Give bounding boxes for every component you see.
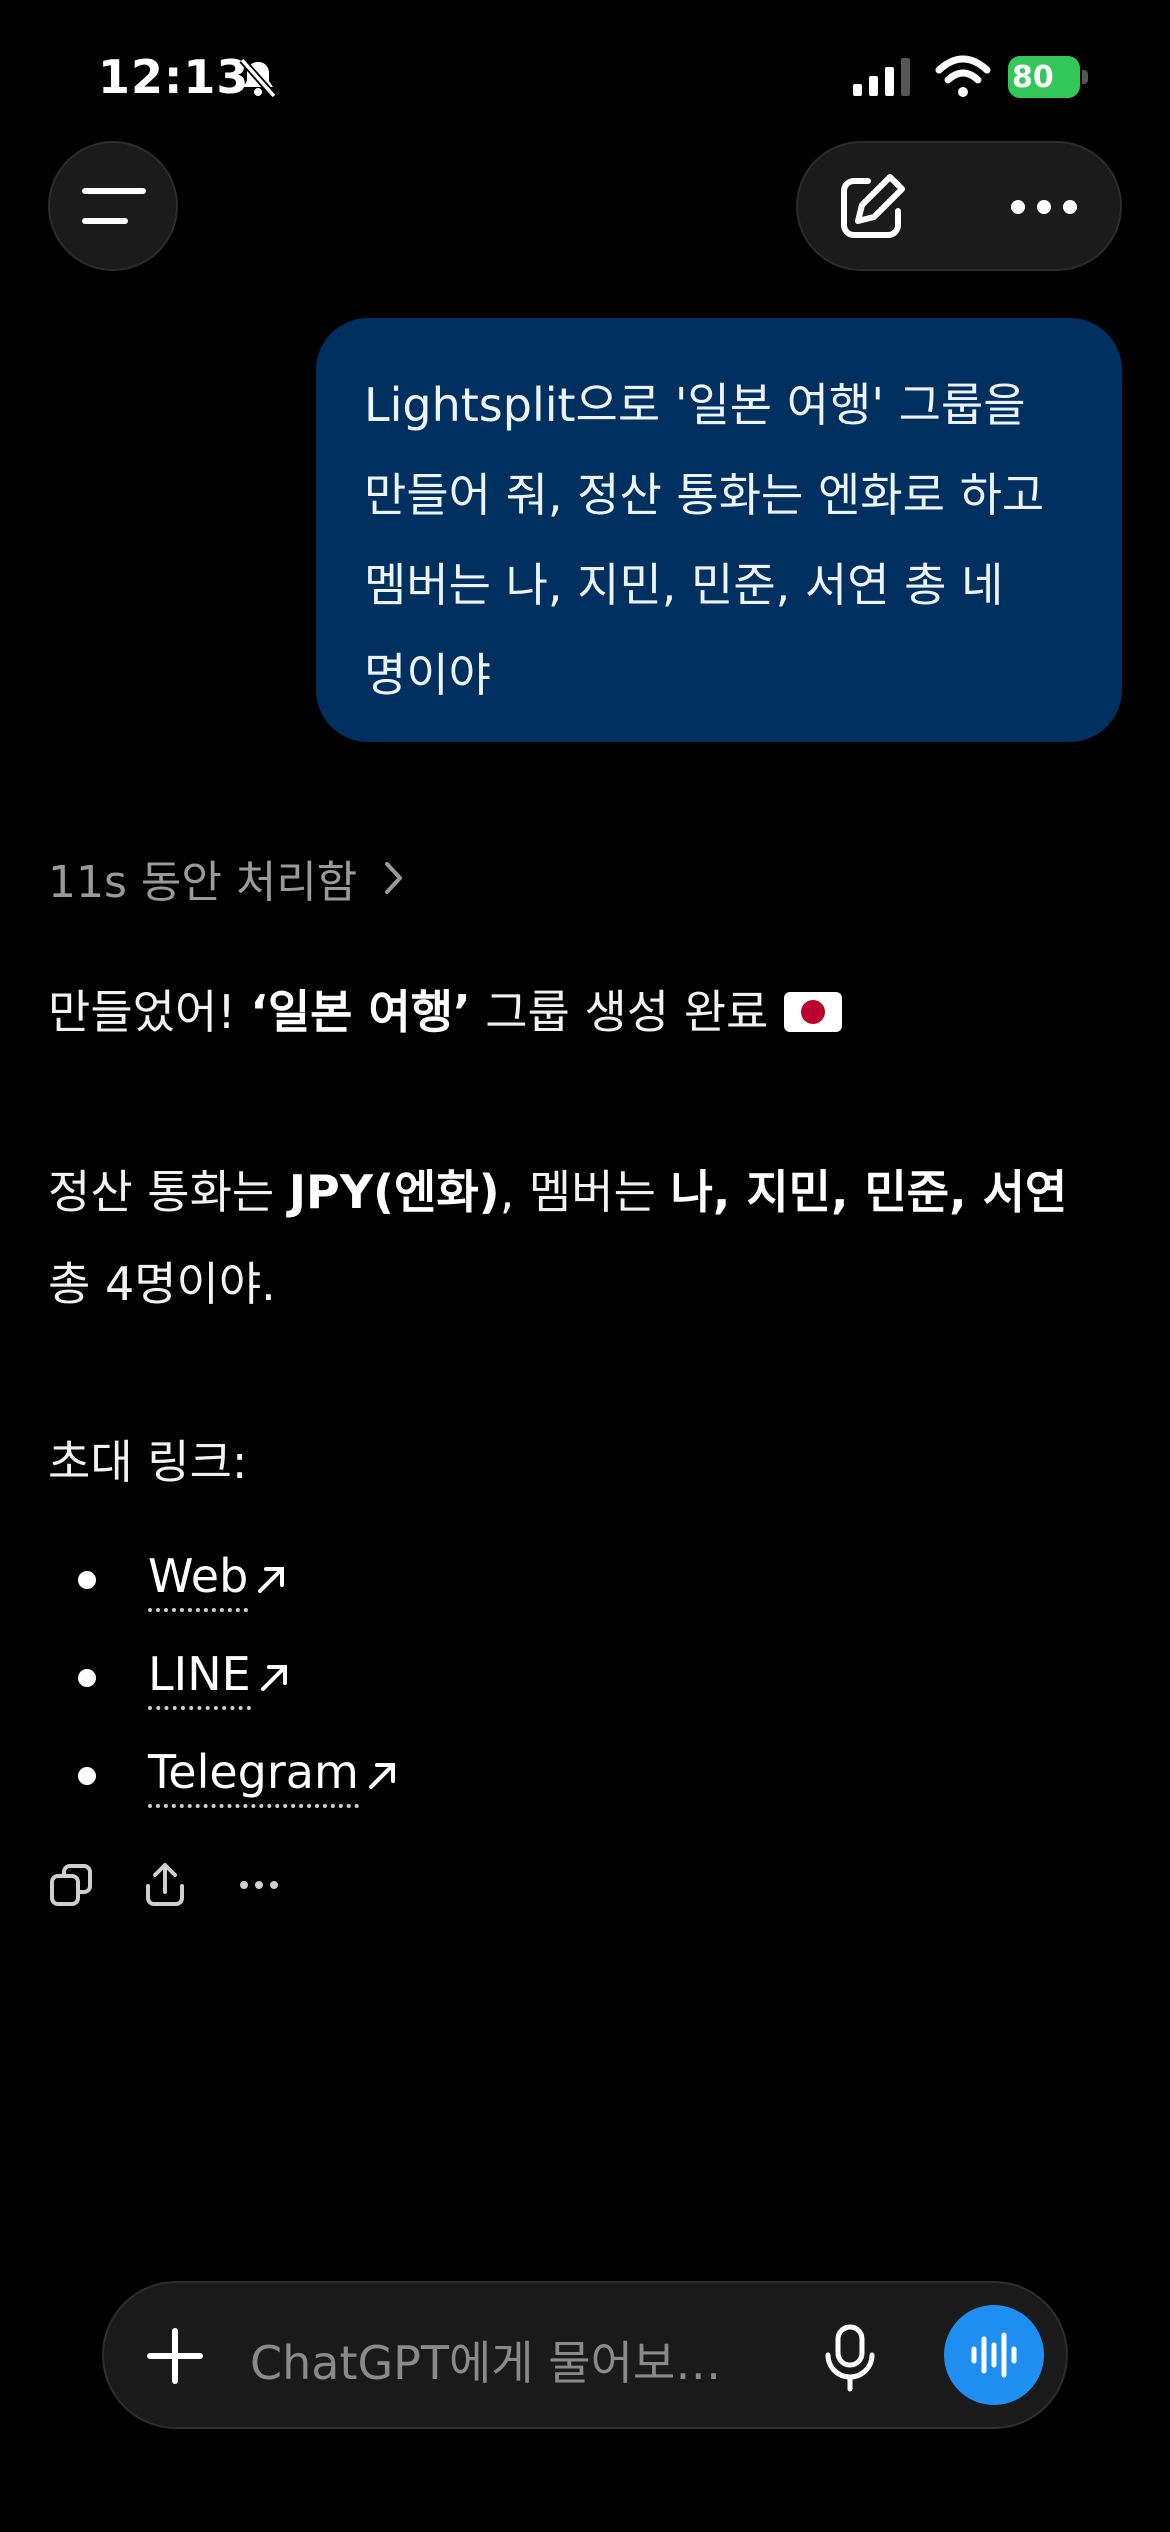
voice-mode-button[interactable] — [944, 2305, 1044, 2405]
bullet — [78, 1669, 96, 1687]
invite-label: 초대 링크: — [48, 1435, 248, 1489]
response-text: , 멤버는 — [499, 1165, 671, 1219]
link-label[interactable]: LINE — [148, 1646, 251, 1710]
waveform-icon — [971, 2332, 1017, 2378]
message-input[interactable]: ChatGPT에게 물어보… — [250, 2327, 721, 2393]
message-actions — [48, 1862, 330, 1912]
japan-flag-icon — [784, 992, 843, 1032]
group-name: ‘일본 여행’ — [250, 985, 471, 1039]
battery-indicator: 80 — [1008, 56, 1088, 98]
members: 나, 지민, 민준, 서연 — [670, 1165, 1068, 1219]
cellular-signal-icon — [853, 58, 910, 96]
wifi-icon — [935, 55, 991, 97]
copy-icon[interactable] — [48, 1862, 94, 1912]
share-icon[interactable] — [142, 1862, 188, 1912]
plus-icon[interactable] — [146, 2327, 204, 2385]
composer: ChatGPT에게 물어보… — [102, 2281, 1068, 2429]
response-text: 만들었어! — [48, 985, 251, 1039]
header-actions — [796, 141, 1122, 271]
bullet — [78, 1571, 96, 1589]
microphone-icon[interactable] — [820, 2323, 880, 2393]
battery-level: 80 — [1012, 60, 1054, 95]
bell-muted-icon — [239, 57, 277, 99]
sidebar-menu-button[interactable] — [48, 141, 178, 271]
link-label[interactable]: Web — [148, 1548, 249, 1612]
more-icon[interactable] — [236, 1862, 282, 1912]
invite-link-line[interactable]: LINE — [48, 1638, 291, 1718]
status-time: 12:13 — [98, 50, 250, 104]
user-message-bubble: Lightsplit으로 '일본 여행' 그룹을 만들어 줘, 정산 통화는 엔… — [316, 318, 1122, 742]
external-link-icon — [258, 1567, 285, 1593]
link-label[interactable]: Telegram — [148, 1744, 359, 1808]
response-line-2: 정산 통화는 JPY(엔화), 멤버는 나, 지민, 민준, 서연 — [48, 1146, 1067, 1238]
external-link-icon — [260, 1665, 287, 1691]
response-line-1: 만들었어! ‘일본 여행’ 그룹 생성 완료 — [48, 966, 843, 1058]
chevron-right-icon — [385, 862, 403, 894]
more-icon[interactable] — [1008, 187, 1080, 227]
invite-link-telegram[interactable]: Telegram — [48, 1736, 399, 1816]
menu-icon — [82, 188, 146, 224]
response-text: 정산 통화는 — [48, 1165, 289, 1219]
currency: JPY(엔화) — [288, 1165, 500, 1219]
user-message-text: Lightsplit으로 '일본 여행' 그룹을 만들어 줘, 정산 통화는 엔… — [364, 378, 1045, 702]
external-link-icon — [368, 1763, 395, 1789]
reasoning-label: 11s 동안 처리함 — [48, 857, 358, 908]
reasoning-toggle[interactable]: 11s 동안 처리함 — [48, 846, 405, 910]
invite-link-web[interactable]: Web — [48, 1540, 288, 1620]
response-line-3: 총 4명이야. — [48, 1257, 276, 1311]
bullet — [78, 1767, 96, 1785]
edit-icon[interactable] — [834, 171, 908, 245]
response-text: 그룹 생성 완료 — [470, 985, 769, 1039]
